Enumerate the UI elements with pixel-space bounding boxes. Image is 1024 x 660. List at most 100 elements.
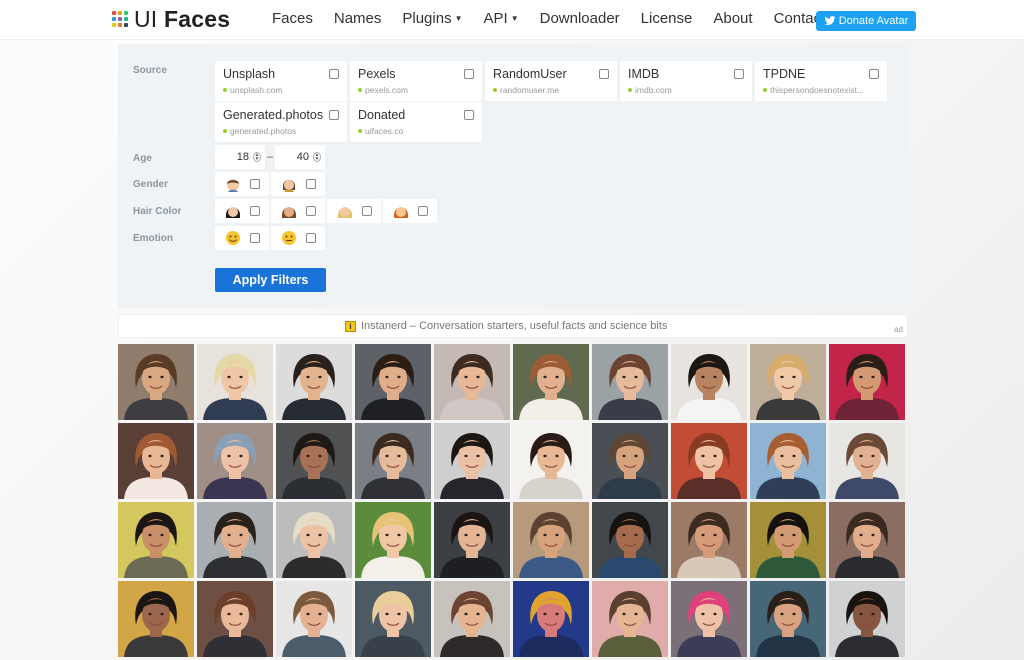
gender-woman-checkbox[interactable] [306,179,316,189]
gender-woman-option[interactable] [271,172,325,196]
face-avatar[interactable] [750,423,826,499]
face-photo [592,502,668,578]
face-avatar[interactable] [750,581,826,657]
face-avatar[interactable] [513,502,589,578]
face-avatar[interactable] [513,581,589,657]
nav-plugins[interactable]: Plugins ▼ [402,10,462,27]
face-avatar[interactable] [276,423,352,499]
face-avatar[interactable] [118,581,194,657]
face-avatar[interactable] [355,581,431,657]
face-avatar[interactable] [750,344,826,420]
source-option-tpdne[interactable]: TPDNE thispersondoesnotexist... [755,61,887,101]
age-from-input[interactable]: 18 ▲ ▼ [215,145,265,169]
hair-black-option[interactable] [215,199,269,223]
face-avatar[interactable] [513,423,589,499]
ad-banner[interactable]: i Instanerd – Conversation starters, use… [118,314,908,338]
nav-license[interactable]: License [641,10,693,27]
face-avatar[interactable] [276,344,352,420]
source-url: unsplash.com [223,85,343,95]
face-avatar[interactable] [118,344,194,420]
source-checkbox[interactable] [734,69,744,79]
source-checkbox[interactable] [329,69,339,79]
source-option-imdb[interactable]: IMDB imdb.com [620,61,752,101]
source-option-generatedphotos[interactable]: Generated.photos generated.photos [215,102,347,142]
age-to-value: 40 [296,151,309,163]
face-avatar[interactable] [434,344,510,420]
face-photo [197,581,273,657]
face-avatar[interactable] [592,581,668,657]
face-avatar[interactable] [434,423,510,499]
face-avatar[interactable] [355,423,431,499]
face-avatar[interactable] [671,344,747,420]
face-avatar[interactable] [671,423,747,499]
hair-brown-option[interactable] [271,199,325,223]
face-avatar[interactable] [276,502,352,578]
face-avatar[interactable] [671,581,747,657]
hair-red-option[interactable] [383,199,437,223]
source-option-randomuser[interactable]: RandomUser randomuser.me [485,61,617,101]
gender-man-option[interactable] [215,172,269,196]
age-from-spinner-icon[interactable]: ▲ ▼ [253,152,261,162]
site-logo[interactable]: UI Faces [112,5,230,33]
face-avatar[interactable] [355,344,431,420]
face-avatar[interactable] [750,502,826,578]
ad-text[interactable]: Instanerd – Conversation starters, usefu… [361,320,667,332]
face-avatar[interactable] [592,502,668,578]
face-avatar[interactable] [829,344,905,420]
hair-brown-checkbox[interactable] [306,206,316,216]
face-avatar[interactable] [118,502,194,578]
face-photo [276,344,352,420]
age-to-input[interactable]: 40 ▲ ▼ [275,145,325,169]
face-avatar[interactable] [671,502,747,578]
source-checkbox[interactable] [869,69,879,79]
face-avatar[interactable] [197,423,273,499]
gender-man-checkbox[interactable] [250,179,260,189]
source-checkbox[interactable] [464,110,474,120]
hair-blonde-option[interactable] [327,199,381,223]
nav-names[interactable]: Names [334,10,382,27]
nav-label: About [713,10,753,27]
face-avatar[interactable] [829,502,905,578]
face-avatar[interactable] [513,344,589,420]
face-avatar[interactable] [197,502,273,578]
nav-about[interactable]: About [713,10,752,27]
face-photo [829,502,905,578]
nav-api[interactable]: API ▼ [484,10,519,27]
face-avatar[interactable] [592,423,668,499]
face-photo [355,502,431,578]
nav-downloader[interactable]: Downloader [540,10,620,27]
emotion-happy-checkbox[interactable] [250,233,260,243]
status-dot-icon [628,88,632,92]
face-avatar[interactable] [118,423,194,499]
face-avatar[interactable] [434,581,510,657]
caret-down-icon: ▼ [454,14,463,23]
face-avatar[interactable] [197,581,273,657]
hair-black-checkbox[interactable] [250,206,260,216]
face-avatar[interactable] [434,502,510,578]
nav-label: Faces [272,10,313,27]
face-avatar[interactable] [829,423,905,499]
emotion-happy-option[interactable] [215,226,269,250]
face-avatar[interactable] [276,581,352,657]
face-avatar[interactable] [829,581,905,657]
source-option-unsplash[interactable]: Unsplash unsplash.com [215,61,347,101]
source-option-donated[interactable]: Donated uifaces.co [350,102,482,142]
source-label: Source [133,65,167,76]
hair-red-checkbox[interactable] [418,206,428,216]
face-avatar[interactable] [197,344,273,420]
apply-filters-button[interactable]: Apply Filters [215,268,326,292]
source-url: pexels.com [358,85,478,95]
source-checkbox[interactable] [599,69,609,79]
face-avatar[interactable] [355,502,431,578]
source-option-pexels[interactable]: Pexels pexels.com [350,61,482,101]
nav-faces[interactable]: Faces [272,10,313,27]
donate-avatar-button[interactable]: Donate Avatar [816,11,916,31]
emotion-neutral-option[interactable] [271,226,325,250]
age-to-spinner-icon[interactable]: ▲ ▼ [313,152,321,162]
hair-blonde-checkbox[interactable] [362,206,372,216]
face-avatar[interactable] [592,344,668,420]
source-checkbox[interactable] [329,110,339,120]
source-checkbox[interactable] [464,69,474,79]
emotion-neutral-checkbox[interactable] [306,233,316,243]
source-name: Unsplash [223,67,276,81]
